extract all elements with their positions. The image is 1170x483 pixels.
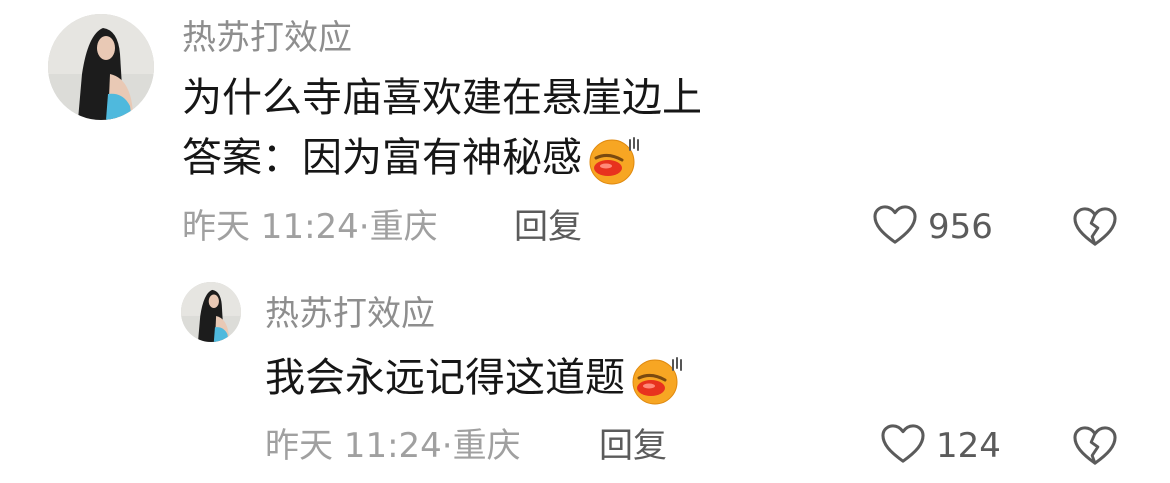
heart-outline-icon	[872, 204, 918, 250]
reply-avatar-photo	[181, 282, 241, 342]
like-button[interactable]: 956	[872, 203, 993, 251]
reply-item: 热苏打效应 我会永远记得这道题 昨天 11:24·重庆 回复 124	[0, 270, 1170, 483]
like-count: 956	[928, 207, 993, 247]
reply-like-button[interactable]: 124	[880, 422, 1001, 470]
comment-text-line-2: 答案：因为富有神秘感	[182, 132, 642, 186]
comment-time: 昨天 11:24	[182, 207, 359, 247]
broken-heart-icon	[1072, 207, 1118, 252]
comment-text-line-2-text: 答案：因为富有神秘感	[182, 135, 582, 181]
reply-username[interactable]: 热苏打效应	[265, 294, 435, 334]
reply-dislike-button[interactable]	[1072, 425, 1118, 471]
reply-avatar[interactable]	[181, 282, 241, 342]
reply-meta: 昨天 11:24·重庆	[265, 424, 521, 468]
avatar[interactable]	[48, 14, 154, 120]
broken-heart-icon	[1072, 426, 1118, 471]
reply-text: 我会永远记得这道题	[265, 352, 685, 406]
comment-location: 重庆	[369, 207, 438, 247]
meta-separator: ·	[358, 207, 370, 247]
avatar-photo	[48, 14, 154, 120]
comment-item: 热苏打效应 为什么寺庙喜欢建在悬崖边上 答案：因为富有神秘感 昨天 11:24·…	[0, 0, 1170, 260]
heart-outline-icon	[880, 423, 926, 469]
reply-reply-button[interactable]: 回复	[599, 424, 667, 468]
meta-separator: ·	[441, 426, 453, 466]
reply-button[interactable]: 回复	[514, 205, 582, 249]
comment-text-line-1: 为什么寺庙喜欢建在悬崖边上	[182, 75, 702, 121]
reply-time: 昨天 11:24	[265, 426, 442, 466]
comment-meta: 昨天 11:24·重庆	[182, 205, 438, 249]
dislike-button[interactable]	[1072, 206, 1118, 252]
reply-like-count: 124	[936, 426, 1001, 466]
reply-location: 重庆	[452, 426, 521, 466]
drooling-lips-emoji-icon	[629, 354, 685, 406]
comment-username[interactable]: 热苏打效应	[182, 18, 352, 58]
drooling-lips-emoji-icon	[586, 134, 642, 186]
reply-text-content: 我会永远记得这道题	[265, 355, 625, 401]
